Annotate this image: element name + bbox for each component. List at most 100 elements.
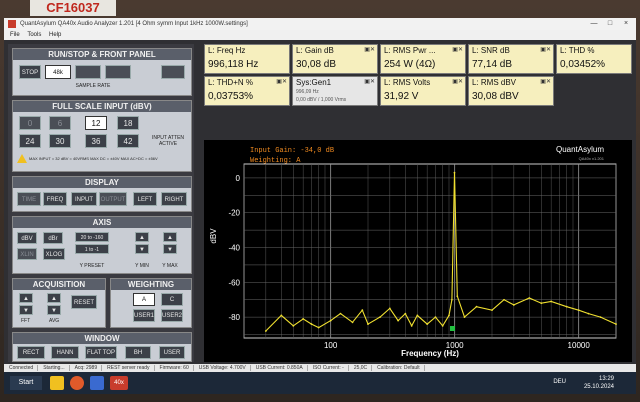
sample-rate-192k-button[interactable] [105,65,131,79]
sample-rate-96k-button[interactable] [75,65,101,79]
clock[interactable]: 13:29 25.10.2024 [584,375,614,391]
keyboard-language[interactable]: DEU [553,379,566,385]
y-tick-label: -20 [228,209,240,218]
fs-12-button[interactable]: 12 [85,116,107,130]
meter-freq[interactable]: L: Freq Hz 996,118 Hz [204,44,290,74]
meter-snr-value: 77,14 dB [472,59,513,70]
meter-close-icon[interactable]: ▣✕ [452,46,463,53]
spectrum-point [503,298,505,301]
meter-gain[interactable]: L: Gain dB 30,08 dB ▣✕ [292,44,378,74]
weighting-user1-button[interactable]: USER1 [133,309,155,322]
spectrum-point [451,298,453,301]
fs-6-button[interactable]: 6 [49,116,71,130]
graph-trace [264,171,617,332]
fs-0-button[interactable]: 0 [19,116,41,130]
window-flattop-button[interactable]: FLAT TOP [85,346,117,359]
close-button[interactable]: × [618,18,634,30]
meter-thd-label: L: THD % [560,46,595,55]
firefox-icon[interactable] [70,376,84,390]
qa40x-taskbar-icon[interactable]: 40x [110,376,128,390]
meter-close-icon[interactable]: ▣✕ [540,46,551,53]
display-freq-button[interactable]: FREQ [43,192,67,206]
sample-rate-48k-button[interactable]: 48k [45,65,71,79]
fs-30-button[interactable]: 30 [49,134,71,148]
display-time-button[interactable]: TIME [17,192,41,206]
y-max-up-button[interactable]: ▲ [163,232,177,242]
window-rect-button[interactable]: RECT [17,346,45,359]
maximize-button[interactable]: □ [602,18,618,30]
fs-42-button[interactable]: 42 [117,134,139,148]
meter-rms-dbv[interactable]: L: RMS dBV 30,08 dBV ▣✕ [468,76,554,106]
axis-section: AXIS dBV dBr 20 to -160 1 to -1 ▲ ▼ ▲ ▼ … [12,216,192,274]
avg-up-button[interactable]: ▲ [47,293,61,303]
avg-down-button[interactable]: ▼ [47,305,61,315]
weighting-c-button[interactable]: C [161,293,183,306]
graph-grid [243,163,617,339]
spectrum-point [361,309,364,312]
stop-button[interactable]: STOP [19,65,41,79]
fft-up-button[interactable]: ▲ [19,293,33,303]
y-min-up-button[interactable]: ▲ [135,232,149,242]
spectrum-point [416,314,419,317]
weighting-a-button[interactable]: A [133,293,155,306]
minimize-button[interactable]: — [586,18,602,30]
fft-down-button[interactable]: ▼ [19,305,33,315]
browser-icon[interactable] [90,376,104,390]
spectrum-trace [265,172,617,332]
spectrum-point [397,319,400,322]
axis-preset-dropdown[interactable]: 1 to -1 [75,244,109,254]
meter-rms-power-value: 254 W (4Ω) [384,59,436,70]
reset-button[interactable]: RESET [71,295,97,309]
meter-close-icon[interactable]: ▣✕ [276,78,287,85]
spectrum-graph[interactable]: 0 -20 -40 -60 -80 100 1000 10000 Input Gain: -3… [204,140,632,362]
y-max-down-button[interactable]: ▼ [163,244,177,254]
axis-xlin-button[interactable]: XLIN [17,248,37,260]
front-panel-button[interactable] [161,65,185,79]
axis-dbv-button[interactable]: dBV [17,232,37,244]
display-output-button[interactable]: OUTPUT [99,192,127,206]
spectrum-point [317,326,320,329]
window-hann-button[interactable]: HANN [51,346,79,359]
meter-thd[interactable]: L: THD % 0,03452% [556,44,632,74]
axis-xlog-button[interactable]: XLOG [43,248,65,260]
menu-help[interactable]: Help [49,32,61,38]
fs-24-button[interactable]: 24 [19,134,41,148]
fs-18-button[interactable]: 18 [117,116,139,130]
display-input-button[interactable]: INPUT [71,192,97,206]
spectrum-svg: 0-20-40-60-80100 1000 10000 Input Gain: -3… [209,145,617,358]
meter-close-icon[interactable]: ▣✕ [364,78,375,85]
y-axis-label: dBV [209,228,218,244]
y-min-down-button[interactable]: ▼ [135,244,149,254]
meter-close-icon[interactable]: ▣✕ [540,78,551,85]
weighting-annotation: Weighting: A [250,157,301,165]
spectrum-point [587,312,590,315]
menu-bar: File Tools Help [4,30,636,40]
display-left-button[interactable]: LEFT [133,192,157,206]
acquisition-section: ACQUISITION ▲ ▼ ▲ ▼ RESET FFT AVG [12,278,106,328]
menu-tools[interactable]: Tools [27,32,41,38]
window-bh-button[interactable]: BH [125,346,151,359]
display-right-button[interactable]: RIGHT [161,192,187,206]
fs-36-button[interactable]: 36 [85,134,107,148]
y-tick-label: 0 [236,174,241,183]
meter-gen1[interactable]: Sys:Gen1 996,09 Hz 0,00 dBV / 1,000 Vrms… [292,76,378,106]
y-max-label: Y MAX [162,263,178,269]
meter-gen1-label: Sys:Gen1 [296,78,332,87]
meter-rms-power[interactable]: L: RMS Pwr ... 254 W (4Ω) ▣✕ [380,44,466,74]
file-explorer-icon[interactable] [50,376,64,390]
meter-thdn[interactable]: L: THD+N % 0,03753% ▣✕ [204,76,290,106]
spectrum-point [441,324,444,327]
meter-close-icon[interactable]: ▣✕ [452,78,463,85]
start-button[interactable]: Start [10,376,42,390]
weighting-user2-button[interactable]: USER2 [161,309,183,322]
cursor-marker[interactable] [450,326,455,331]
axis-dbr-button[interactable]: dBr [43,232,63,244]
meter-snr[interactable]: L: SNR dB 77,14 dB ▣✕ [468,44,554,74]
window-user-button[interactable]: USER [159,346,185,359]
axis-range-preset[interactable]: 20 to -160 [75,232,109,242]
menu-file[interactable]: File [10,32,20,38]
weighting-title: WEIGHTING [111,279,191,290]
meter-close-icon[interactable]: ▣✕ [364,46,375,53]
warning-icon [17,154,27,163]
meter-rms-volts[interactable]: L: RMS Volts 31,92 V ▣✕ [380,76,466,106]
